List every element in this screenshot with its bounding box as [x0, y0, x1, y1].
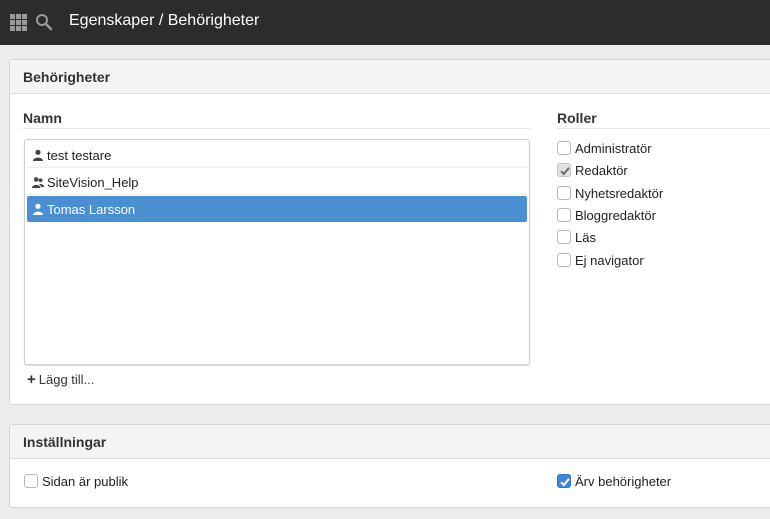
- page-title: Egenskaper / Behörigheter: [69, 12, 260, 29]
- user-row-tomas-larsson[interactable]: Tomas Larsson: [27, 196, 527, 222]
- inherit-permissions-checkbox[interactable]: [557, 474, 571, 488]
- permissions-panel: Behörigheter Namn Roller test testare Si…: [9, 59, 770, 405]
- user-group-icon: [32, 177, 44, 188]
- public-page-label: Sidan är publik: [42, 474, 128, 489]
- role-label: Redaktör: [575, 163, 628, 178]
- role-administrator-checkbox[interactable]: [557, 141, 571, 155]
- settings-panel: Inställningar Sidan är publik Ärv behöri…: [9, 424, 770, 508]
- add-user-link[interactable]: + Lägg till...: [27, 371, 94, 388]
- user-icon: [33, 203, 43, 215]
- user-row-sitevision-help[interactable]: SiteVision_Help: [27, 169, 527, 195]
- role-label: Nyhetsredaktör: [575, 186, 664, 201]
- apps-grid-icon[interactable]: [10, 14, 27, 31]
- public-page-checkbox[interactable]: [24, 474, 38, 488]
- user-row-test-testare[interactable]: test testare: [27, 142, 527, 168]
- checkmark-icon: [560, 478, 570, 487]
- user-name: test testare: [47, 148, 112, 163]
- role-label: Administratör: [575, 141, 652, 156]
- roles-heading-divider: [557, 128, 770, 129]
- names-heading: Namn: [23, 110, 62, 126]
- user-name: Tomas Larsson: [47, 202, 136, 217]
- settings-panel-title: Inställningar: [10, 425, 770, 459]
- permissions-panel-title: Behörigheter: [10, 60, 770, 94]
- names-heading-divider: [23, 128, 530, 129]
- role-label: Ej navigator: [575, 253, 644, 268]
- role-ej-navigator-checkbox[interactable]: [557, 253, 571, 267]
- user-name: SiteVision_Help: [47, 175, 139, 190]
- role-las-checkbox[interactable]: [557, 230, 571, 244]
- search-icon[interactable]: [35, 13, 53, 31]
- roles-heading: Roller: [557, 110, 597, 126]
- plus-icon: +: [27, 371, 36, 388]
- user-list[interactable]: test testare SiteVision_Help Tomas Larss…: [24, 139, 530, 365]
- role-label: Läs: [575, 230, 596, 245]
- checkmark-icon: [560, 167, 570, 176]
- user-icon: [33, 149, 43, 161]
- inherit-permissions-label: Ärv behörigheter: [575, 474, 672, 489]
- add-user-label: Lägg till...: [38, 372, 95, 387]
- top-bar: Egenskaper / Behörigheter: [0, 0, 770, 45]
- role-nyhetsredaktor-checkbox[interactable]: [557, 186, 571, 200]
- role-redaktor-checkbox[interactable]: [557, 163, 571, 177]
- role-bloggredaktor-checkbox[interactable]: [557, 208, 571, 222]
- role-label: Bloggredaktör: [575, 208, 656, 223]
